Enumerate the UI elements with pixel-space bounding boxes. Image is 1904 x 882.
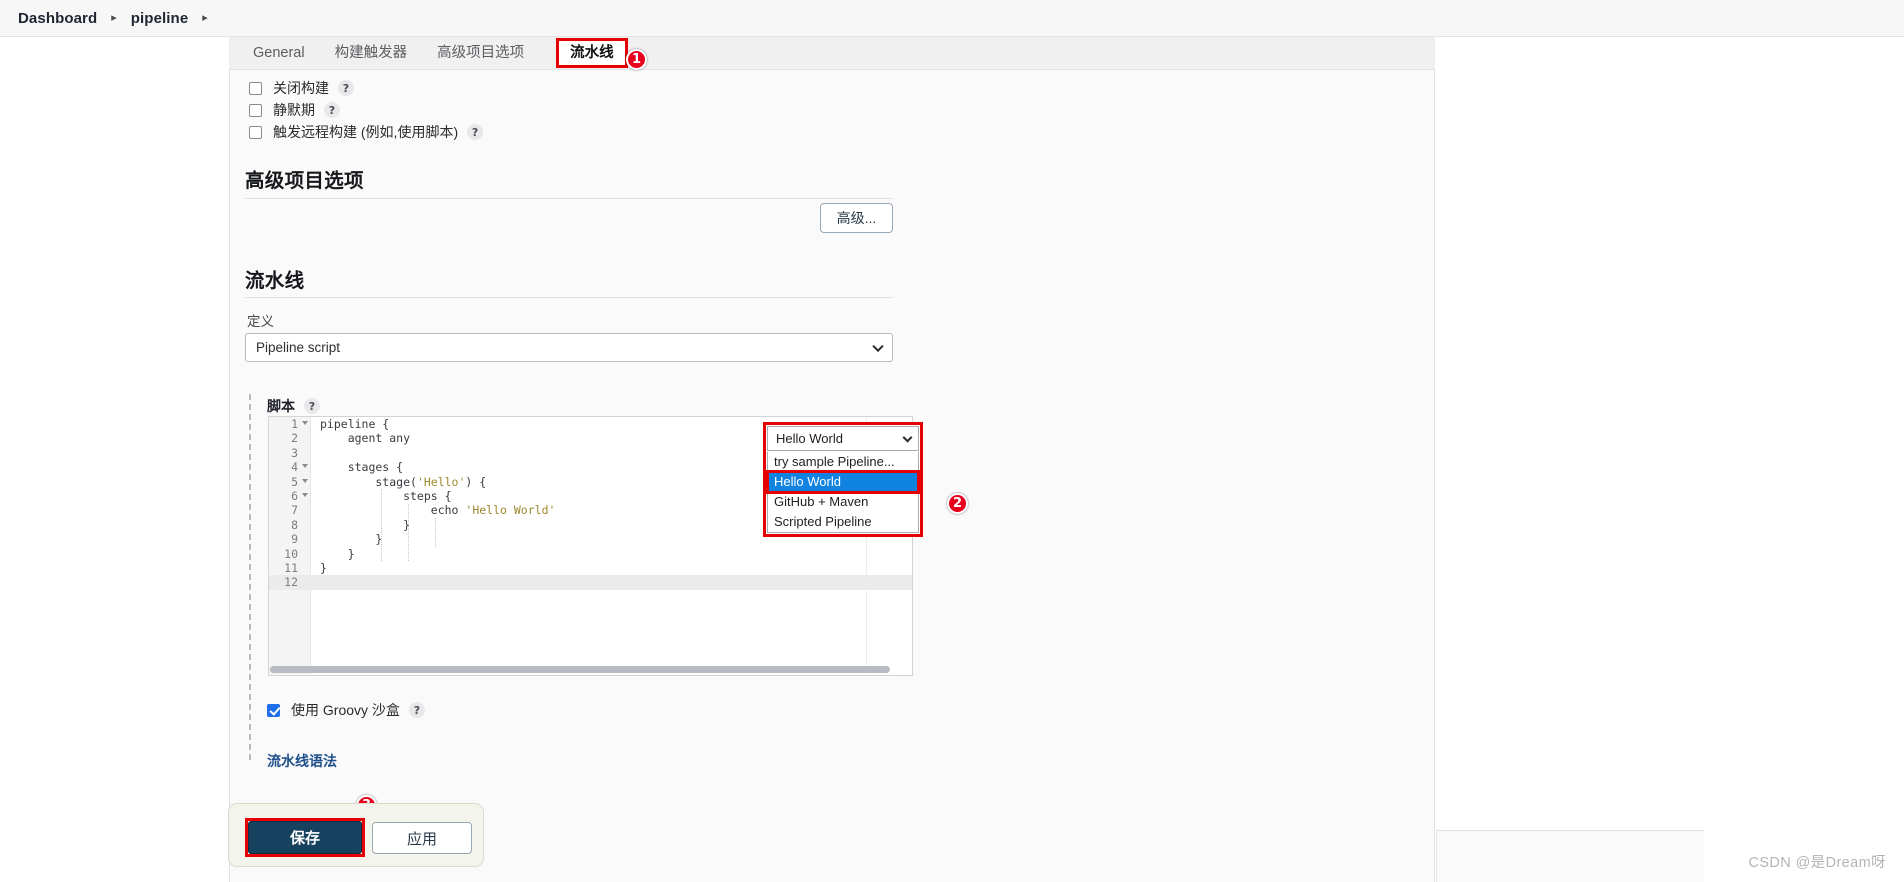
checkbox-label-remote-trigger: 触发远程构建 (例如,使用脚本) [273, 124, 459, 140]
apply-button[interactable]: 应用 [372, 822, 472, 854]
editor-line-code: stage('Hello') { [320, 474, 487, 489]
fold-arrow-icon[interactable] [302, 478, 308, 483]
editor-line-number: 1 [269, 417, 311, 431]
fold-arrow-icon[interactable] [302, 464, 308, 469]
editor-line-code [311, 446, 320, 460]
tab-advanced-project-options[interactable]: 高级项目选项 [437, 46, 524, 61]
editor-line-code: agent any [320, 431, 411, 446]
definition-select-value: Pipeline script [256, 340, 341, 355]
help-icon-groovy-sandbox[interactable]: ? [408, 702, 425, 718]
editor-line-number: 3 [291, 445, 298, 460]
sample-pipeline-dropdown[interactable]: Hello World try sample Pipeline... Hello … [763, 422, 923, 537]
breadcrumb: Dashboard ▸ pipeline ▸ [0, 0, 1904, 37]
editor-line-code: pipeline { [320, 417, 390, 431]
help-icon-quiet-period[interactable]: ? [324, 102, 340, 118]
pipeline-syntax-link[interactable]: 流水线语法 [267, 751, 337, 771]
checkbox-label-quiet-period: 静默期 [273, 102, 315, 118]
editor-line: 10 } [269, 547, 912, 561]
editor-line-code: stages { [320, 460, 404, 475]
editor-line: 11} [269, 561, 912, 575]
checkbox-row-quiet-period[interactable]: 静默期 ? [249, 100, 340, 120]
editor-line-number: 12 [284, 575, 298, 590]
editor-line-code: echo 'Hello World' [320, 503, 556, 518]
checkbox-row-disable-build[interactable]: 关闭构建 ? [249, 78, 354, 98]
breadcrumb-separator-icon-2: ▸ [202, 11, 208, 24]
editor-line-number: 4 [269, 460, 311, 474]
editor-line-number: 5 [269, 475, 311, 489]
editor-line-code: } [320, 560, 327, 575]
help-icon-disable-build[interactable]: ? [338, 80, 354, 96]
section-divider-pipeline [245, 297, 893, 298]
editor-line-number: 2 [291, 431, 298, 446]
editor-line-number: 10 [284, 546, 298, 561]
checkbox-quiet-period[interactable] [249, 103, 262, 117]
checkbox-label-disable-build: 关闭构建 [273, 80, 329, 96]
editor-line-code: steps { [320, 488, 452, 503]
jenkins-pipeline-config-page: Dashboard ▸ pipeline ▸ General 构建触发器 高级项… [0, 0, 1904, 882]
checkbox-groovy-sandbox[interactable] [267, 703, 280, 717]
sample-pipeline-option[interactable]: Hello World [766, 470, 920, 494]
checkbox-row-groovy-sandbox[interactable]: 使用 Groovy 沙盒 ? [267, 700, 425, 720]
sample-pipeline-option[interactable]: Scripted Pipeline [768, 512, 918, 532]
label-definition: 定义 [247, 314, 274, 329]
tab-build-triggers[interactable]: 构建触发器 [335, 46, 408, 61]
sample-pipeline-option[interactable]: try sample Pipeline... [768, 452, 918, 472]
help-icon-remote-trigger[interactable]: ? [467, 124, 484, 140]
fold-arrow-icon[interactable] [302, 421, 308, 425]
checkbox-remote-trigger[interactable] [249, 125, 262, 139]
section-divider-advanced [245, 198, 893, 199]
fold-arrow-icon[interactable] [302, 492, 308, 497]
definition-select[interactable]: Pipeline script [245, 333, 893, 362]
page-edge-panel [1436, 830, 1704, 882]
editor-line-number: 11 [284, 560, 298, 575]
step-badge-2: 2 [947, 493, 968, 514]
label-script-text: 脚本 [267, 398, 295, 414]
section-heading-advanced-options: 高级项目选项 [245, 170, 364, 192]
sample-pipeline-dropdown-value[interactable]: Hello World [767, 426, 919, 451]
breadcrumb-separator-icon: ▸ [111, 11, 117, 24]
editor-line-code [311, 575, 320, 589]
editor-line-code: } [320, 546, 355, 561]
editor-line-number: 8 [291, 517, 298, 532]
chevron-down-icon-sample [902, 432, 913, 443]
tab-general[interactable]: General [253, 46, 305, 61]
sample-pipeline-option[interactable]: GitHub + Maven [768, 492, 918, 512]
editor-horizontal-scrollbar[interactable] [270, 666, 890, 673]
script-guide-line [249, 394, 251, 760]
save-button-highlight: 保存 [245, 818, 365, 857]
advanced-button[interactable]: 高级... [820, 203, 893, 233]
editor-line-number: 9 [291, 532, 298, 547]
checkbox-label-groovy-sandbox: 使用 Groovy 沙盒 [291, 702, 400, 718]
sample-pipeline-option-list: try sample Pipeline... Hello World GitHub … [766, 452, 920, 533]
chevron-down-icon [872, 340, 884, 352]
checkbox-disable-build[interactable] [249, 81, 262, 95]
editor-line-number: 6 [269, 489, 311, 503]
watermark: CSDN @是Dream呀 [1748, 855, 1886, 871]
section-heading-pipeline: 流水线 [245, 270, 305, 292]
label-script: 脚本 ? [267, 396, 320, 416]
editor-line-number: 7 [291, 503, 298, 518]
breadcrumb-item-pipeline[interactable]: pipeline [131, 10, 188, 27]
checkbox-row-remote-trigger[interactable]: 触发远程构建 (例如,使用脚本) ? [249, 122, 484, 142]
editor-line: 12 [269, 575, 912, 590]
editor-line-code: } [320, 517, 411, 532]
step-badge-1: 1 [626, 49, 647, 70]
editor-line-code: } [320, 532, 383, 547]
breadcrumb-item-dashboard[interactable]: Dashboard [18, 10, 97, 27]
help-icon-script[interactable]: ? [304, 398, 320, 414]
tab-pipeline[interactable]: 流水线 [556, 37, 628, 69]
save-button[interactable]: 保存 [248, 821, 362, 854]
config-tab-bar: General 构建触发器 高级项目选项 流水线 [229, 37, 1435, 70]
sample-pipeline-selected-text: Hello World [776, 431, 843, 446]
